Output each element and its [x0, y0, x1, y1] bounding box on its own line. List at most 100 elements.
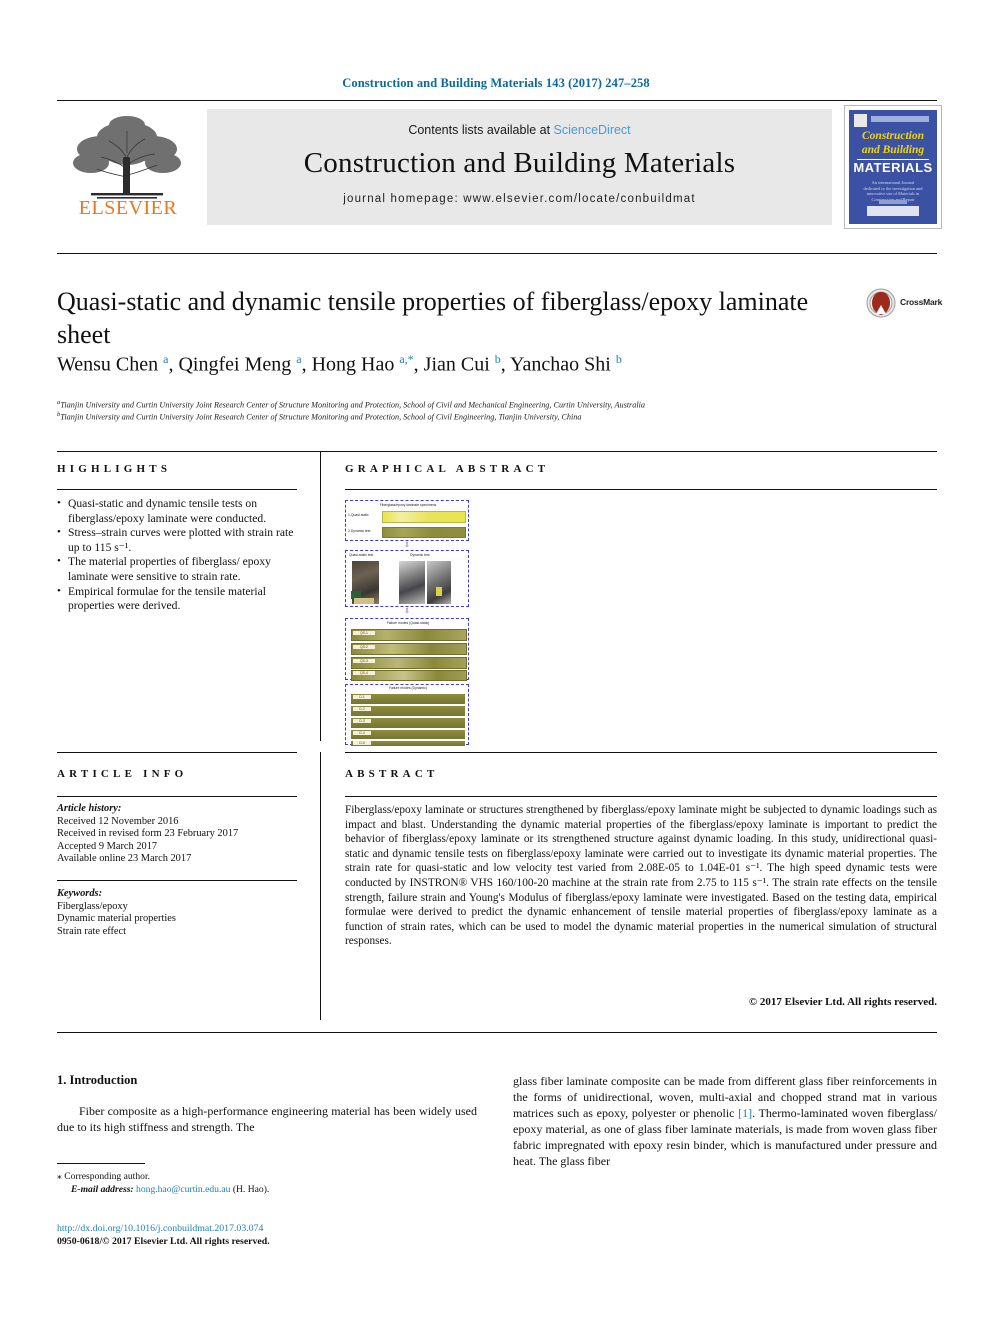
footnote-divider [57, 1163, 145, 1164]
section-heading-introduction: 1. Introduction [57, 1073, 138, 1087]
ga-panel2-caption-right: Dynamic test [410, 553, 430, 557]
graphical-abstract-image: Fiberglass/epoxy laminate specimens 1.Qu… [345, 500, 469, 746]
contents-prefix: Contents lists available at [408, 123, 554, 137]
article-info-divider [57, 796, 297, 797]
journal-masthead: ELSEVIER Contents lists available at Sci… [57, 100, 942, 229]
keywords-block: Keywords: Fiberglass/epoxy Dynamic mater… [57, 888, 307, 938]
ga-panel-qs-failures: Failure modes (Quasi-static) QS-1 QS-2 Q… [345, 618, 469, 681]
doi-link[interactable]: http://dx.doi.org/10.1016/j.conbuildmat.… [57, 1222, 497, 1235]
masthead-band: Contents lists available at ScienceDirec… [207, 109, 832, 225]
ga-arrow-2: ⇩ [404, 607, 410, 615]
body-paragraph-right: glass fiber laminate composite can be ma… [513, 1073, 937, 1169]
ga-dyn-label-3: D-3 [353, 719, 371, 723]
cover-title-line1: Construction [862, 130, 924, 142]
ga-dyn-label-4: D-4 [353, 731, 371, 735]
abstract-top-divider [345, 752, 937, 753]
column-separator-lower [320, 752, 321, 1020]
abstract-divider [345, 796, 937, 797]
ga-qs-label-2: QS-2 [353, 645, 375, 649]
ga-qs-label-3: QS-3 [353, 659, 375, 663]
ga-dyn-label-2: D-2 [353, 707, 371, 711]
keyword-item: Strain rate effect [57, 925, 127, 937]
highlights-top-divider [57, 451, 937, 452]
history-item: Received in revised form 23 February 201… [57, 828, 239, 840]
list-item: Stress–strain curves were plotted with s… [57, 525, 302, 555]
cover-footer-bar [879, 200, 907, 204]
article-history-label: Article history: [57, 803, 122, 814]
sciencedirect-link[interactable]: ScienceDirect [554, 123, 631, 137]
affiliation-b: bTianjin University and Curtin Universit… [57, 411, 582, 422]
history-item: Accepted 9 March 2017 [57, 840, 158, 852]
ga-panel-dyn-failures: Failure modes (Dynamic) D-1 D-2 D-3 D-4 … [345, 684, 469, 746]
body-paragraph-left: Fiber composite as a high-performance en… [57, 1104, 477, 1134]
cover-logo-square [854, 114, 867, 127]
keyword-item: Dynamic material properties [57, 913, 176, 925]
history-item: Received 12 November 2016 [57, 815, 179, 827]
history-item: Available online 23 March 2017 [57, 853, 192, 865]
graphical-abstract-divider [345, 489, 937, 490]
article-info-top-divider [57, 752, 297, 753]
list-item: Empirical formulae for the tensile mater… [57, 584, 302, 614]
crossmark-icon [866, 288, 896, 318]
citation-ref-1[interactable]: [1] [738, 1106, 752, 1120]
highlights-heading: HIGHLIGHTS [57, 463, 172, 475]
cover-top-band [871, 116, 929, 122]
journal-homepage[interactable]: journal homepage: www.elsevier.com/locat… [207, 193, 832, 205]
body-top-divider [57, 1032, 937, 1033]
email-line: E-mail address: hong.hao@curtin.edu.au (… [57, 1183, 477, 1196]
footnote-block: ⁎ Corresponding author. E-mail address: … [57, 1170, 477, 1196]
cover-inner: Construction and Building MATERIALS An i… [849, 110, 937, 224]
journal-title: Construction and Building Materials [303, 147, 736, 179]
ga-panel-setup: Quasi-static test Dynamic test [345, 550, 469, 607]
keywords-label: Keywords: [57, 888, 103, 899]
corresponding-author-line: ⁎ Corresponding author. [57, 1170, 477, 1183]
abstract-copyright: © 2017 Elsevier Ltd. All rights reserved… [748, 996, 937, 1008]
ga-panel1-row2-label: 2.Dynamic test [348, 529, 371, 533]
ga-arrow-1: ⇩ [404, 541, 410, 549]
abstract-text: Fiberglass/epoxy laminate or structures … [345, 804, 937, 948]
cover-title-line3: MATERIALS [853, 160, 933, 175]
doi-block: http://dx.doi.org/10.1016/j.conbuildmat.… [57, 1222, 497, 1248]
ga-panel3-caption: Failure modes (Quasi-static) [386, 621, 430, 625]
contents-list-line: Contents lists available at ScienceDirec… [207, 123, 832, 137]
ga-panel-specimens: Fiberglass/epoxy laminate specimens 1.Qu… [345, 500, 469, 541]
list-item: The material properties of fiberglass/ e… [57, 554, 302, 584]
running-head: Construction and Building Materials 143 … [342, 76, 650, 90]
author-list: Wensu Chen a, Qingfei Meng a, Hong Hao a… [57, 352, 622, 376]
ga-panel1-caption: Fiberglass/epoxy laminate specimens [379, 503, 437, 507]
abstract-heading: ABSTRACT [345, 768, 439, 780]
keyword-item: Fiberglass/epoxy [57, 900, 128, 912]
elsevier-wordmark: ELSEVIER [78, 197, 178, 219]
email-link[interactable]: hong.hao@curtin.edu.au [136, 1184, 230, 1195]
ga-panel1-row1-label: 1.Quasi-static [348, 513, 369, 517]
crossmark-label: CrossMark [900, 297, 943, 307]
highlights-list: Quasi-static and dynamic tensile tests o… [57, 496, 302, 614]
page-title: Quasi-static and dynamic tensile propert… [57, 287, 809, 349]
highlights-divider [57, 489, 297, 490]
keywords-divider [57, 880, 297, 881]
cover-footer-box [867, 206, 919, 216]
email-label: E-mail address: [71, 1184, 134, 1195]
graphical-abstract-heading: GRAPHICAL ABSTRACT [345, 463, 550, 475]
column-separator-upper [320, 451, 321, 741]
email-suffix: (H. Hao). [232, 1184, 270, 1195]
ga-panel4-caption: Failure modes (Dynamic) [389, 686, 427, 690]
corresponding-marker: ⁎ [57, 1171, 62, 1182]
cover-title-line2: and Building [861, 144, 925, 156]
ga-qs-label-4: QS-4 [353, 671, 375, 675]
body-column-left: Fiber composite as a high-performance en… [57, 1103, 477, 1135]
ga-panel2-caption-left: Quasi-static test [349, 553, 374, 557]
article-history: Article history: Received 12 November 20… [57, 803, 307, 866]
list-item: Quasi-static and dynamic tensile tests o… [57, 496, 302, 526]
affiliation-b-text: Tianjin University and Curtin University… [60, 412, 582, 422]
article-info-heading: ARTICLE INFO [57, 768, 188, 780]
title-divider [57, 253, 937, 254]
ga-qs-label-1: QS-1 [353, 631, 375, 635]
journal-cover-thumbnail: Construction and Building MATERIALS An i… [844, 105, 942, 229]
crossmark-badge[interactable]: CrossMark [866, 288, 942, 322]
issn-copyright-line: 0950-0618/© 2017 Elsevier Ltd. All right… [57, 1236, 270, 1247]
corresponding-author-text: Corresponding author. [64, 1171, 151, 1182]
ga-dyn-label-1: D-1 [353, 695, 371, 699]
journal-article-page: Construction and Building Materials 143 … [0, 0, 992, 1323]
body-column-right: glass fiber laminate composite can be ma… [513, 1073, 937, 1169]
